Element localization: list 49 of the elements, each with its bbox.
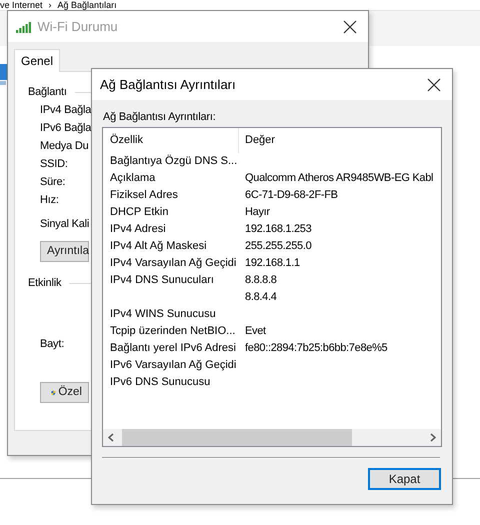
value-cell: 8.8.8.8: [245, 274, 277, 286]
window-title: Ağ Bağlantısı Ayrıntıları: [100, 76, 236, 94]
field-label: Sinyal Kali: [40, 218, 90, 230]
property-cell: IPv4 Alt Ağ Maskesi: [110, 240, 207, 252]
list-label: Ağ Bağlantısı Ayrıntıları:: [103, 111, 216, 123]
horizontal-scrollbar[interactable]: [103, 429, 441, 446]
field-label: Medya Du: [40, 140, 89, 152]
field-label: Bayt:: [40, 338, 64, 350]
property-cell: Bağlantı yerel IPv6 Adresi: [110, 342, 236, 354]
property-cell: Bağlantıya Özgü DNS S...: [110, 155, 238, 167]
properties-button[interactable]: Özel: [40, 382, 89, 403]
property-cell: Fiziksel Adres: [110, 189, 178, 201]
value-cell: 255.255.255.0: [245, 240, 312, 252]
details-button[interactable]: Ayrıntıla: [40, 241, 89, 262]
close-icon[interactable]: [342, 18, 358, 34]
value-cell: fe80::2894:7b25:b6bb:7e8e%5: [245, 342, 388, 354]
property-cell: IPv4 Varsayılan Ağ Geçidi: [110, 257, 236, 269]
signal-icon: [16, 20, 32, 33]
property-cell: IPv6 DNS Sunucusu: [110, 376, 210, 388]
breadcrumb-item[interactable]: ve Internet: [0, 0, 43, 10]
property-cell: IPv4 DNS Sunucuları: [110, 274, 214, 286]
column-header[interactable]: Değer: [239, 132, 275, 149]
field-label: IPv4 Bağla: [40, 104, 92, 116]
value-cell: 192.168.1.253: [245, 223, 312, 235]
window-title: Wi-Fi Durumu: [38, 18, 118, 36]
field-label: SSID:: [40, 158, 68, 170]
section-heading: Bağlantı: [28, 85, 67, 100]
field-label: Hız:: [40, 194, 59, 206]
value-cell: 8.8.4.4: [245, 291, 277, 303]
property-cell: Açıklama: [110, 172, 156, 184]
value-cell: 192.168.1.1: [245, 257, 300, 269]
column-header[interactable]: Özellik: [103, 128, 239, 153]
property-cell: IPv4 WINS Sunucusu: [110, 308, 216, 320]
property-cell: IPv6 Varsayılan Ağ Geçidi: [110, 359, 236, 371]
value-cell: Evet: [245, 325, 266, 337]
close-icon[interactable]: [426, 76, 442, 92]
property-cell: Tcpip üzerinden NetBIO...: [110, 325, 236, 337]
value-cell: Hayır: [245, 206, 270, 218]
field-label: IPv6 Bağla: [40, 122, 92, 134]
breadcrumb-item[interactable]: ›: [48, 0, 52, 10]
close-button[interactable]: Kapat: [368, 468, 441, 490]
property-cell: IPv4 Adresi: [110, 223, 166, 235]
property-cell: DHCP Etkin: [110, 206, 168, 218]
field-label: Süre:: [40, 176, 66, 188]
section-heading: Etkinlik: [28, 276, 62, 291]
breadcrumb-item[interactable]: Ağ Bağlantıları: [58, 0, 117, 10]
value-cell: Qualcomm Atheros AR9485WB-EG Kabl: [245, 172, 434, 184]
tab[interactable]: Genel: [14, 49, 60, 72]
value-cell: 6C-71-D9-68-2F-FB: [245, 189, 338, 201]
